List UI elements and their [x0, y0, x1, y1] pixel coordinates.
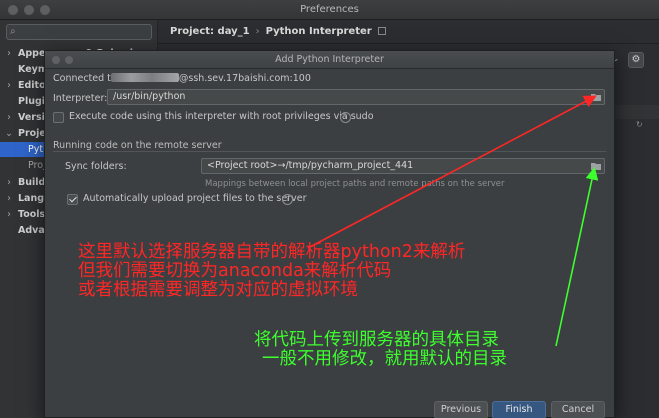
folder-icon[interactable]	[589, 159, 603, 173]
green-annotation-line-1: 将代码上传到服务器的具体目录	[254, 330, 499, 350]
chevron-right-icon[interactable]: ›	[0, 207, 18, 222]
breadcrumb-project[interactable]: Project: day_1	[170, 26, 250, 37]
zoom-window-button[interactable]	[40, 5, 50, 15]
chevron-down-icon[interactable]: ⌄	[0, 126, 18, 141]
chevron-right-icon[interactable]: ›	[0, 191, 18, 206]
breadcrumb-page: Python Interpreter	[265, 26, 372, 37]
breadcrumb: Project: day_1 › Python Interpreter	[158, 20, 659, 44]
project-scope-icon	[377, 27, 386, 35]
minimize-window-button[interactable]	[24, 5, 34, 15]
auto-upload-checkbox[interactable]	[67, 194, 78, 205]
section-divider	[53, 151, 606, 152]
connection-status: Connected t @ssh.sev.17baishi.com:100	[53, 73, 311, 84]
dialog-minimize-button[interactable]	[65, 56, 73, 64]
green-annotation: 将代码上传到服务器的具体目录 一般不用修改，就用默认的目录	[254, 331, 507, 369]
chevron-right-icon[interactable]: ›	[0, 46, 18, 61]
sudo-label: Execute code using this interpreter with…	[69, 111, 374, 122]
package-table-header	[612, 105, 659, 119]
help-icon[interactable]: ?	[340, 112, 351, 123]
gear-icon[interactable]: ⚙	[628, 52, 644, 68]
auto-upload-label: Automatically upload project files to th…	[83, 193, 307, 204]
dialog-close-button[interactable]	[52, 56, 60, 64]
previous-button[interactable]: Previous	[434, 401, 488, 418]
green-annotation-line-2: 一般不用修改，就用默认的目录	[262, 348, 507, 369]
red-annotation-line-2: 但我们需要切换为anaconda来解析代码	[78, 260, 392, 281]
close-window-button[interactable]	[8, 5, 18, 15]
chevron-right-icon[interactable]: ›	[0, 78, 18, 93]
sync-folders-hint: Mappings between local project paths and…	[205, 179, 505, 189]
chevron-right-icon[interactable]: ›	[0, 175, 18, 190]
refresh-icon: ↻	[636, 120, 643, 129]
red-annotation-line-1: 这里默认选择服务器自带的解析器python2来解析	[78, 242, 466, 262]
help-icon[interactable]: ?	[282, 194, 293, 205]
dialog-titlebar: Add Python Interpreter	[45, 51, 614, 69]
interpreter-path-field[interactable]: /usr/bin/python	[107, 89, 605, 105]
chevron-right-icon[interactable]: ›	[0, 110, 18, 125]
search-icon: ⌕	[10, 26, 16, 37]
interpreter-label: Interpreter:	[53, 93, 108, 104]
preferences-titlebar: Preferences	[0, 0, 659, 20]
window-title: Preferences	[300, 4, 359, 15]
sync-folders-label: Sync folders:	[65, 161, 127, 172]
settings-search-input[interactable]: ⌕	[6, 24, 152, 40]
sync-folders-field[interactable]: <Project root>→/tmp/pycharm_project_441	[201, 158, 605, 174]
section-title: Running code on the remote server	[53, 140, 222, 151]
dialog-title: Add Python Interpreter	[275, 54, 384, 65]
finish-button[interactable]: Finish	[492, 401, 546, 418]
folder-icon[interactable]	[589, 90, 603, 104]
sudo-checkbox[interactable]	[53, 112, 64, 123]
breadcrumb-separator: ›	[255, 26, 260, 37]
redacted-username	[110, 73, 179, 82]
cancel-button[interactable]: Cancel	[551, 401, 605, 418]
red-annotation: 这里默认选择服务器自带的解析器python2来解析 但我们需要切换为anacon…	[78, 243, 465, 300]
red-annotation-line-3: 或者根据需要调整为对应的虚拟环境	[78, 279, 358, 300]
